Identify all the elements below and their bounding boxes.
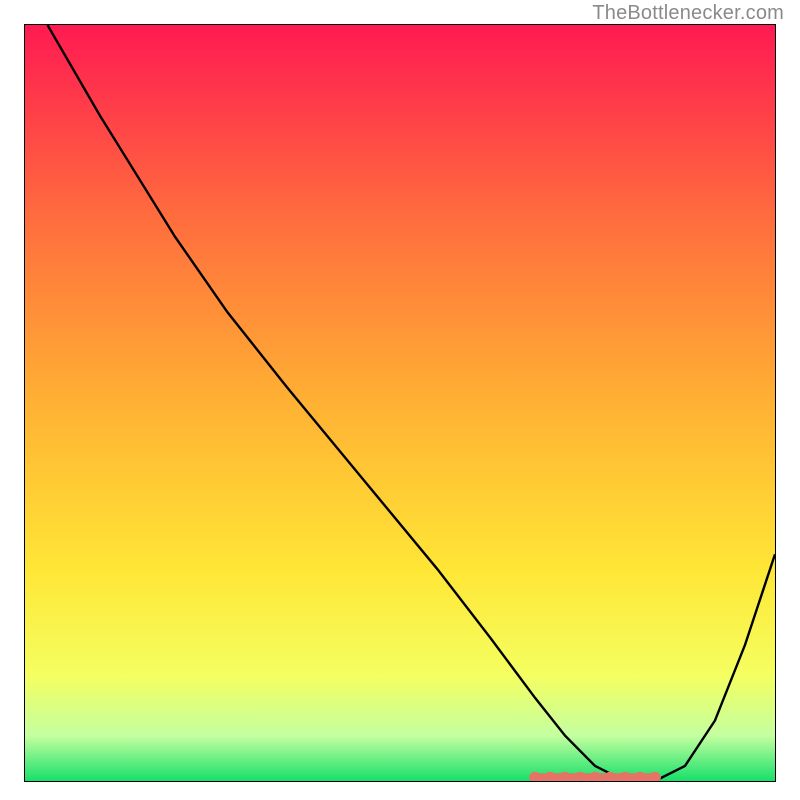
chart-svg <box>25 25 775 781</box>
plot-area <box>24 24 776 782</box>
watermark: TheBottlenecker.com <box>592 2 784 25</box>
flat-marker-group <box>529 772 661 781</box>
gradient-bg <box>25 25 775 781</box>
chart-container: TheBottlenecker.com <box>0 0 800 800</box>
